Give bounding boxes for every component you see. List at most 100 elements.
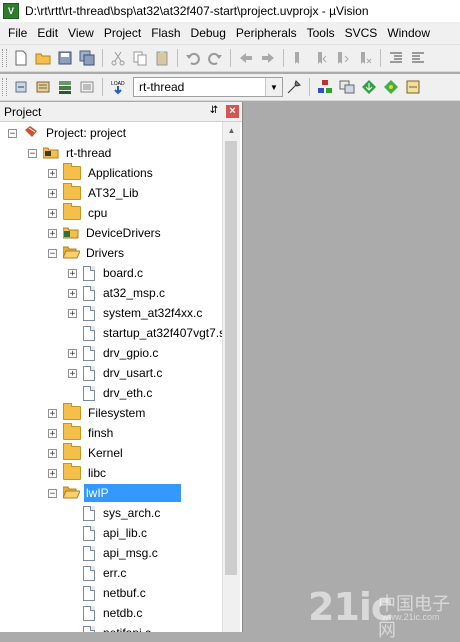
menu-flash[interactable]: Flash — [146, 26, 185, 40]
tree-file-item[interactable]: + board.c — [68, 263, 145, 283]
collapse-icon[interactable]: − — [48, 488, 57, 498]
tree-file-item[interactable]: netdb.c — [68, 603, 144, 623]
toolbar-grip[interactable] — [2, 78, 7, 96]
collapse-icon[interactable]: − — [8, 128, 17, 138]
scrollbar-thumb[interactable] — [225, 141, 237, 575]
watermark-url: www.21ic.com — [382, 612, 440, 622]
target-select[interactable]: rt-thread ▼ — [133, 77, 283, 97]
expand-icon[interactable]: + — [68, 368, 77, 378]
clear-bookmarks-icon[interactable] — [356, 49, 374, 67]
tree-file-item[interactable]: + at32_msp.c — [68, 283, 167, 303]
tree-file-item[interactable]: sys_arch.c — [68, 503, 162, 523]
tree-file-item[interactable]: startup_at32f407vgt7.s — [68, 323, 222, 343]
prev-bookmark-icon[interactable] — [312, 49, 330, 67]
tree-folder-item[interactable]: − Project: project — [8, 123, 128, 143]
pack-installer-icon[interactable] — [360, 78, 378, 96]
tree-folder-item[interactable]: − lwIP — [48, 483, 181, 503]
tree-folder-item[interactable]: + Kernel — [48, 443, 125, 463]
panel-title: Project — [4, 104, 42, 119]
paste-icon[interactable] — [153, 49, 171, 67]
save-icon[interactable] — [56, 49, 74, 67]
pin-icon[interactable]: ⇵ — [208, 105, 220, 117]
menu-view[interactable]: View — [63, 26, 99, 40]
menu-peripherals[interactable]: Peripherals — [231, 26, 302, 40]
tree-file-item[interactable]: + system_at32f4xx.c — [68, 303, 204, 323]
tree-folder-item[interactable]: − Drivers — [48, 243, 126, 263]
tree-file-item[interactable]: api_msg.c — [68, 543, 160, 563]
menu-edit[interactable]: Edit — [32, 26, 63, 40]
save-all-icon[interactable] — [78, 49, 96, 67]
file-extensions-icon[interactable] — [338, 78, 356, 96]
open-folder-icon[interactable] — [34, 49, 52, 67]
tree-item-label: at32_msp.c — [103, 286, 166, 300]
project-panel-header: Project ⇵ × — [0, 102, 242, 122]
tree-folder-item[interactable]: + libc — [48, 463, 108, 483]
nav-back-icon[interactable] — [237, 49, 255, 67]
expand-icon[interactable]: + — [48, 468, 57, 478]
rte-icon[interactable] — [382, 78, 400, 96]
collapse-icon[interactable]: − — [28, 148, 37, 158]
expand-icon[interactable]: + — [48, 448, 57, 458]
manage-components-icon[interactable] — [316, 78, 334, 96]
scroll-up-icon[interactable]: ▲ — [223, 122, 240, 139]
menu-file[interactable]: File — [0, 26, 32, 40]
batch-build-icon[interactable] — [78, 78, 96, 96]
target-options-icon[interactable] — [285, 78, 303, 96]
tree-scrollbar[interactable]: ▲ — [222, 122, 240, 632]
cut-icon[interactable] — [109, 49, 127, 67]
menu-tools[interactable]: Tools — [302, 26, 340, 40]
menu-project[interactable]: Project — [99, 26, 146, 40]
menu-window[interactable]: Window — [382, 26, 435, 40]
tree-folder-item[interactable]: + Filesystem — [48, 403, 147, 423]
toolbar-grip[interactable] — [2, 49, 7, 67]
next-bookmark-icon[interactable] — [334, 49, 352, 67]
expand-icon[interactable]: + — [48, 228, 57, 238]
tree-file-item[interactable]: netifapi.c — [68, 623, 153, 632]
expand-icon[interactable]: + — [48, 428, 57, 438]
tree-folder-item[interactable]: + AT32_Lib — [48, 183, 140, 203]
tree-item-label: libc — [88, 466, 107, 480]
tree-file-item[interactable]: api_lib.c — [68, 523, 149, 543]
tree-file-item[interactable]: netbuf.c — [68, 583, 148, 603]
translate-icon[interactable] — [12, 78, 30, 96]
tree-item-label: DeviceDrivers — [86, 226, 161, 240]
nav-forward-icon[interactable] — [259, 49, 277, 67]
rebuild-icon[interactable] — [56, 78, 74, 96]
load-download-icon[interactable]: LOAD — [109, 78, 127, 96]
c-file-icon — [83, 525, 95, 541]
tree-folder-item[interactable]: + Applications — [48, 163, 155, 183]
undo-icon[interactable] — [184, 49, 202, 67]
tree-item-label: Applications — [88, 166, 153, 180]
menu-debug[interactable]: Debug — [186, 26, 231, 40]
expand-icon[interactable]: + — [68, 348, 77, 358]
build-icon[interactable] — [34, 78, 52, 96]
collapse-icon[interactable]: − — [48, 248, 57, 258]
expand-icon[interactable]: + — [68, 268, 77, 278]
tree-file-item[interactable]: + drv_usart.c — [68, 363, 164, 383]
tree-folder-item[interactable]: + DeviceDrivers — [48, 223, 163, 243]
expand-icon[interactable]: + — [68, 288, 77, 298]
chevron-down-icon[interactable]: ▼ — [265, 78, 282, 96]
tree-folder-item[interactable]: + finsh — [48, 423, 115, 443]
bookmark-icon[interactable] — [290, 49, 308, 67]
indent-icon[interactable] — [387, 49, 405, 67]
expand-icon[interactable]: + — [48, 168, 57, 178]
close-icon[interactable]: × — [226, 105, 239, 118]
redo-icon[interactable] — [206, 49, 224, 67]
c-file-icon — [83, 605, 95, 621]
tree-file-item[interactable]: err.c — [68, 563, 128, 583]
unindent-icon[interactable] — [409, 49, 427, 67]
expand-icon[interactable]: + — [48, 188, 57, 198]
tree-file-item[interactable]: + drv_gpio.c — [68, 343, 160, 363]
tree-folder-item[interactable]: + cpu — [48, 203, 109, 223]
expand-icon[interactable]: + — [48, 408, 57, 418]
new-file-icon[interactable] — [12, 49, 30, 67]
tree-folder-item[interactable]: − rt-thread — [28, 143, 113, 163]
expand-icon[interactable]: + — [68, 308, 77, 318]
toolbar-separator — [102, 49, 103, 67]
tree-file-item[interactable]: drv_eth.c — [68, 383, 154, 403]
copy-icon[interactable] — [131, 49, 149, 67]
arrange-icon[interactable] — [404, 78, 422, 96]
expand-icon[interactable]: + — [48, 208, 57, 218]
menu-svcs[interactable]: SVCS — [340, 26, 383, 40]
